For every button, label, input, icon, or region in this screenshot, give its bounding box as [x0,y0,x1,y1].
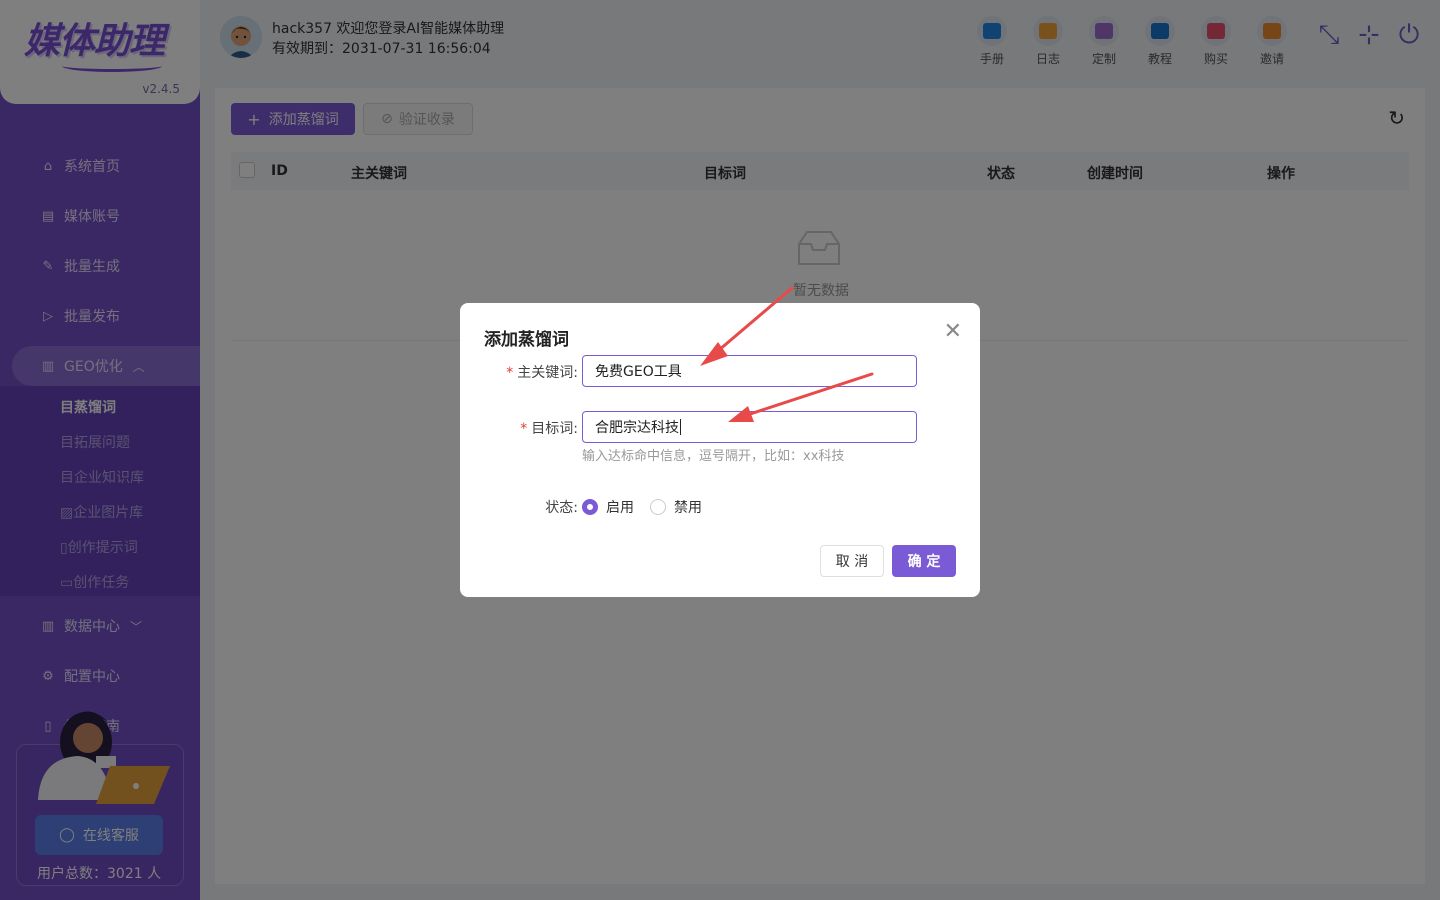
close-icon[interactable]: ✕ [944,319,962,344]
target-word-label: * 目标词: [500,418,578,438]
target-word-value: 合肥宗达科技 [595,420,679,436]
status-disable-label: 禁用 [674,500,702,516]
status-enable-radio[interactable]: 启用 [582,497,634,517]
target-word-input[interactable]: 合肥宗达科技 [582,411,917,443]
cancel-button[interactable]: 取 消 [820,545,884,577]
status-enable-label: 启用 [606,500,634,516]
main-keyword-label-text: 主关键词: [517,365,578,381]
add-distill-word-dialog: 添加蒸馏词 ✕ * 主关键词: 免费GEO工具 * 目标词: 合肥宗达科技 输入达标… [460,303,980,597]
radio-checked-icon [582,499,598,515]
status-disable-radio[interactable]: 禁用 [650,497,702,517]
required-mark: * [520,421,528,437]
dialog-title: 添加蒸馏词 [484,330,569,350]
radio-unchecked-icon [650,499,666,515]
status-label: 状态: [545,500,578,516]
text-cursor [680,419,681,435]
required-mark: * [506,365,514,381]
confirm-button[interactable]: 确 定 [892,545,956,577]
target-word-label-text: 目标词: [531,421,578,437]
main-keyword-label: * 主关键词: [500,362,578,382]
target-word-hint: 输入达标命中信息，逗号隔开，比如：xx科技 [582,449,845,464]
main-keyword-input[interactable]: 免费GEO工具 [582,355,917,387]
